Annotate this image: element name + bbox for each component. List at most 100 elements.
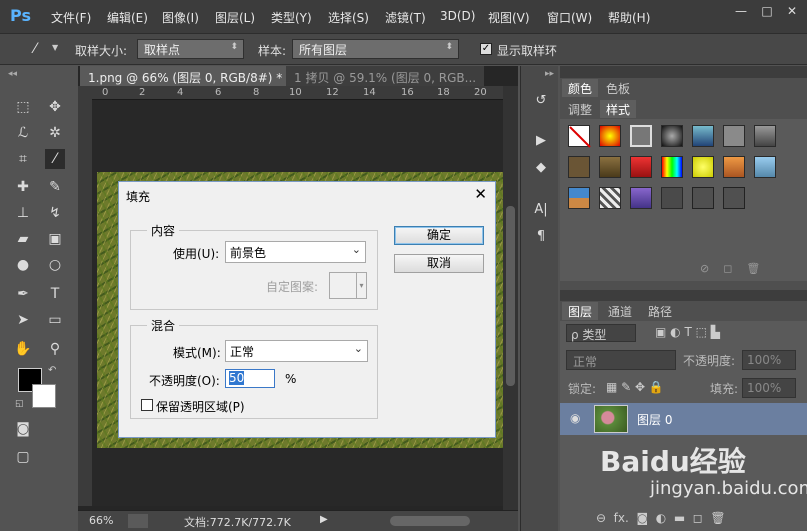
dodge-icon[interactable]: ○ [45, 255, 65, 275]
magic-wand-icon[interactable]: ✲ [45, 123, 65, 143]
show-ring-checkbox[interactable]: ✓ [480, 43, 492, 55]
swap-colors-icon[interactable]: ↶ [48, 365, 56, 376]
menu-edit[interactable]: 编辑(E) [107, 9, 148, 26]
collapse-icon[interactable]: ◂◂ [8, 69, 17, 79]
shape-icon[interactable]: ▭ [45, 310, 65, 330]
menu-layer[interactable]: 图层(L) [215, 9, 255, 26]
eraser-icon[interactable]: ▰ [13, 229, 33, 249]
sample-select[interactable]: 所有图层 ⬍ [292, 39, 459, 59]
mode-select[interactable]: 正常 ⌄ [225, 340, 368, 362]
tab-document-2[interactable]: 1 拷贝 @ 59.1% (图层 0, RGB... [286, 66, 485, 86]
quick-mask-icon[interactable]: ◙ [13, 419, 33, 439]
style-swatch[interactable] [599, 156, 621, 178]
fill-field[interactable]: 100% [742, 378, 796, 398]
layer-row[interactable]: ◉ 图层 0 [560, 403, 807, 435]
style-swatch[interactable] [661, 187, 683, 209]
style-swatch[interactable] [723, 156, 745, 178]
layer-filter-icons[interactable]: ▣ ◐ T ⬚ ▙ [655, 325, 720, 339]
3d-panel-icon[interactable]: ◆ [531, 160, 551, 180]
crop-icon[interactable]: ⌗ [13, 149, 33, 169]
style-swatch[interactable] [723, 187, 745, 209]
background-color-swatch[interactable] [32, 384, 56, 408]
style-swatch[interactable] [723, 125, 745, 147]
eyedropper-icon[interactable]: ⁄ [25, 39, 45, 59]
healing-icon[interactable]: ✚ [13, 177, 33, 197]
style-swatch[interactable] [692, 125, 714, 147]
style-swatch[interactable] [568, 156, 590, 178]
brush-icon[interactable]: ✎ [45, 177, 65, 197]
blend-mode-select[interactable]: 正常 [566, 350, 676, 370]
paragraph-panel-icon[interactable]: ¶ [531, 229, 551, 249]
menu-image[interactable]: 图像(I) [162, 9, 199, 26]
cancel-button[interactable]: 取消 [394, 254, 484, 273]
minimize-button[interactable]: — [730, 3, 752, 19]
style-swatch[interactable] [754, 125, 776, 147]
ok-button[interactable]: 确定 [394, 226, 484, 245]
screen-mode-icon[interactable]: ▢ [13, 447, 33, 467]
pen-icon[interactable]: ✒ [13, 284, 33, 304]
restore-button[interactable]: □ [756, 3, 778, 19]
horizontal-scroll-thumb[interactable] [390, 516, 470, 526]
hand-icon[interactable]: ✋ [13, 339, 33, 359]
history-panel-icon[interactable]: ↺ [531, 93, 551, 113]
gradient-icon[interactable]: ▣ [45, 229, 65, 249]
tab-swatches[interactable]: 色板 [600, 79, 636, 97]
style-none-swatch[interactable] [568, 125, 591, 148]
tab-styles[interactable]: 样式 [600, 100, 637, 118]
type-icon[interactable]: T [45, 284, 65, 304]
preserve-transparency-checkbox[interactable] [141, 399, 153, 411]
actions-panel-icon[interactable]: ▶ [531, 133, 551, 153]
style-swatch[interactable] [599, 187, 621, 209]
status-preview-icon[interactable] [128, 514, 148, 528]
tab-channels[interactable]: 通道 [602, 302, 638, 320]
menu-select[interactable]: 选择(S) [328, 9, 369, 26]
scroll-thumb[interactable] [506, 206, 515, 386]
menu-window[interactable]: 窗口(W) [547, 9, 592, 26]
character-panel-icon[interactable]: A| [531, 202, 551, 222]
move-icon[interactable]: ✥ [45, 97, 65, 117]
tab-paths[interactable]: 路径 [642, 302, 678, 320]
style-swatch[interactable] [630, 125, 652, 147]
menu-3d[interactable]: 3D(D) [440, 9, 475, 23]
dialog-close-button[interactable]: ✕ [474, 185, 487, 203]
path-select-icon[interactable]: ➤ [13, 310, 33, 330]
style-swatch[interactable] [568, 187, 590, 209]
layer-filter-select[interactable]: ρ 类型 [566, 324, 636, 342]
style-swatch[interactable] [630, 187, 652, 209]
eyedropper-tool-icon[interactable]: ⁄ [45, 149, 65, 169]
style-panel-buttons[interactable]: ⊘ ◻ 🗑 [700, 262, 760, 275]
custom-pattern-picker[interactable]: ▾ [329, 272, 367, 299]
lasso-icon[interactable]: ℒ [13, 123, 33, 143]
use-select[interactable]: 前景色 ⌄ [225, 241, 366, 263]
style-swatch[interactable] [661, 125, 683, 147]
layer-panel-buttons[interactable]: ⊖ fx. ◙ ◐ ▬ ◻ 🗑 [596, 511, 726, 525]
style-swatch[interactable] [630, 156, 652, 178]
opacity-input[interactable]: 50 [225, 369, 275, 388]
menu-file[interactable]: 文件(F) [51, 9, 91, 26]
menu-view[interactable]: 视图(V) [488, 9, 530, 26]
vertical-scrollbar[interactable] [503, 86, 518, 510]
style-swatch[interactable] [661, 156, 683, 178]
menu-help[interactable]: 帮助(H) [608, 9, 650, 26]
menu-type[interactable]: 类型(Y) [271, 9, 312, 26]
lock-icons[interactable]: ▦ ✎ ✥ 🔒 [606, 380, 664, 394]
tab-layers[interactable]: 图层 [562, 302, 599, 320]
marquee-icon[interactable]: ⬚ [13, 97, 33, 117]
eye-icon[interactable]: ◉ [570, 411, 580, 425]
history-brush-icon[interactable]: ↯ [45, 203, 65, 223]
zoom-level[interactable]: 66% [89, 514, 113, 527]
tab-adjustments[interactable]: 调整 [562, 100, 598, 118]
layer-opacity-field[interactable]: 100% [742, 350, 796, 370]
default-colors-icon[interactable]: ◱ [15, 399, 24, 409]
zoom-icon[interactable]: ⚲ [45, 339, 65, 359]
close-window-button[interactable]: ✕ [781, 3, 803, 19]
sample-size-select[interactable]: 取样点 ⬍ [137, 39, 244, 59]
expand-icon[interactable]: ▸▸ [545, 69, 554, 79]
style-swatch[interactable] [754, 156, 776, 178]
style-swatch[interactable] [692, 187, 714, 209]
tab-color[interactable]: 颜色 [562, 79, 599, 97]
status-arrow-icon[interactable]: ▶ [320, 514, 328, 525]
tool-preset-arrow-icon[interactable]: ▼ [52, 43, 58, 52]
blur-icon[interactable]: ● [13, 255, 33, 275]
layer-name[interactable]: 图层 0 [637, 411, 672, 428]
